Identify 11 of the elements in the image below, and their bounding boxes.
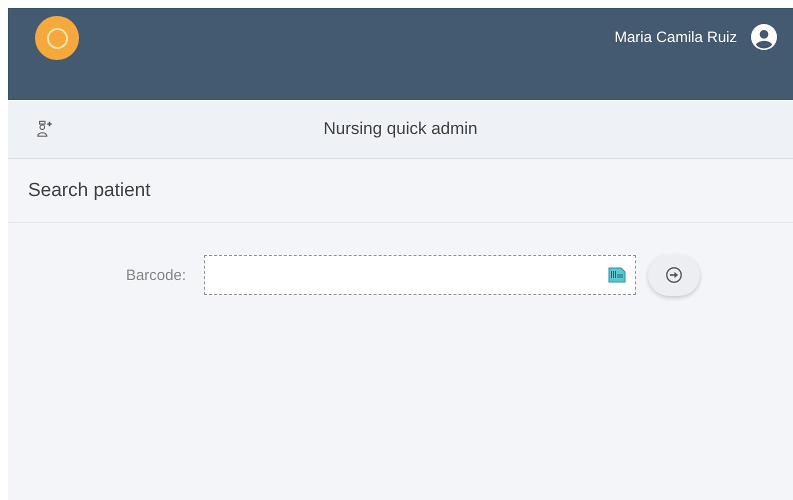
user-avatar-icon[interactable] (751, 24, 777, 50)
user-name: Maria Camila Ruiz (614, 28, 737, 46)
barcode-field[interactable] (204, 255, 636, 295)
nurse-add-icon[interactable] (36, 120, 54, 138)
field-label: Barcode: (124, 266, 187, 284)
submit-button[interactable] (648, 254, 700, 296)
barcode-card-icon[interactable] (607, 265, 627, 285)
section-title: Search patient (28, 180, 151, 202)
arrow-right-icon (665, 266, 683, 284)
logo-icon (35, 16, 79, 60)
page-title: Nursing quick admin (323, 119, 478, 139)
